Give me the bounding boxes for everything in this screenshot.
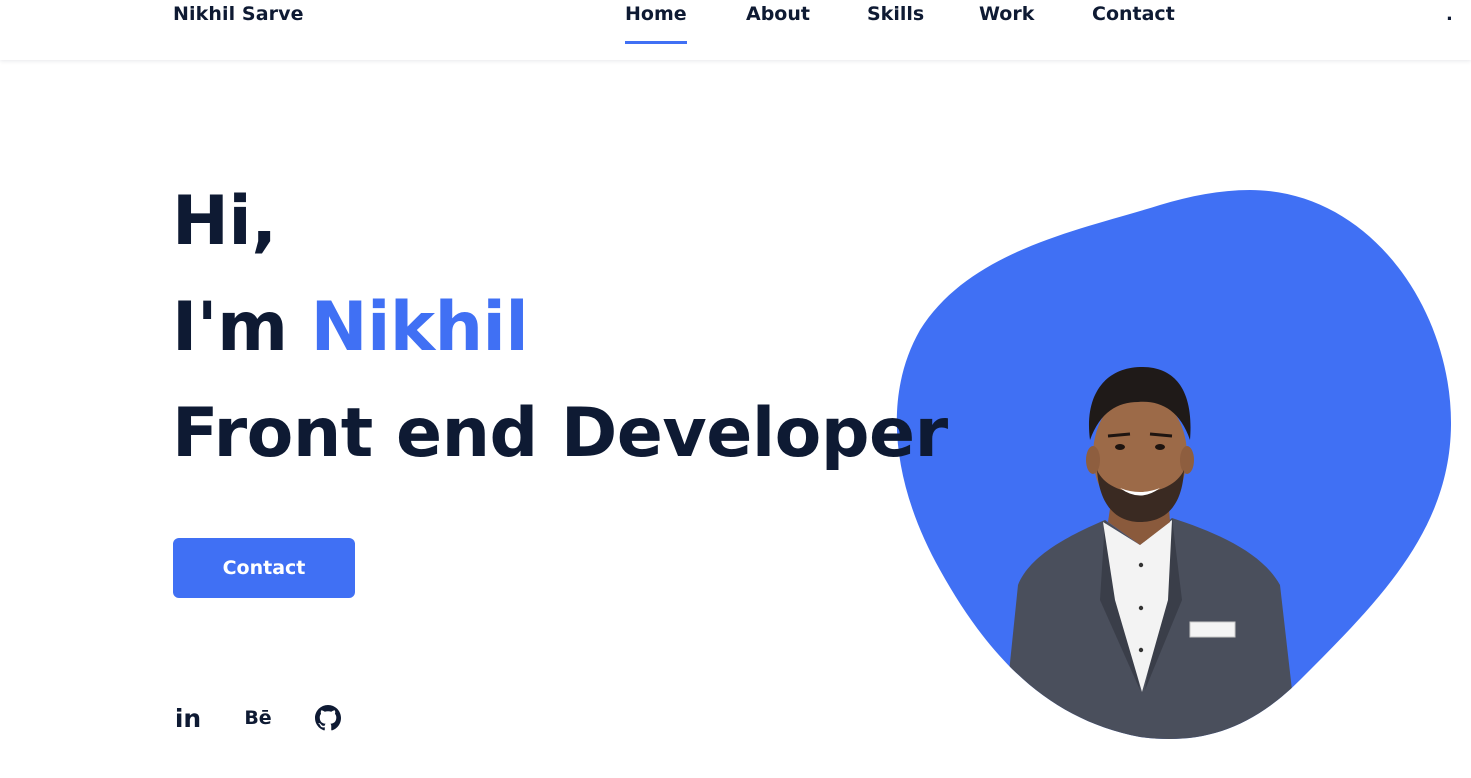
github-logo — [315, 705, 341, 731]
main-nav: Home About Skills Work Contact — [0, 0, 1471, 60]
hero-greeting: Hi, — [172, 182, 277, 261]
nav-skills[interactable]: Skills — [867, 3, 924, 25]
hero-name: Nikhil — [310, 288, 529, 367]
portrait-illustration — [896, 190, 1452, 740]
linkedin-icon[interactable]: in — [172, 702, 204, 734]
site-header: Nikhil Sarve Home About Skills Work Cont… — [0, 0, 1471, 60]
contact-button[interactable]: Contact — [173, 538, 355, 598]
hero-intro-prefix: I'm — [172, 288, 311, 367]
nav-contact[interactable]: Contact — [1092, 3, 1175, 25]
nav-home[interactable]: Home — [625, 3, 687, 44]
hero-intro: I'm Nikhil — [172, 288, 529, 367]
nav-about[interactable]: About — [746, 3, 810, 25]
behance-icon[interactable]: Bē — [241, 702, 275, 734]
hero-image — [880, 185, 1460, 745]
nav-work[interactable]: Work — [979, 3, 1034, 25]
hero-role: Front end Developer — [172, 394, 948, 473]
menu-toggle[interactable]: . — [1446, 4, 1453, 25]
github-icon[interactable] — [313, 702, 343, 734]
